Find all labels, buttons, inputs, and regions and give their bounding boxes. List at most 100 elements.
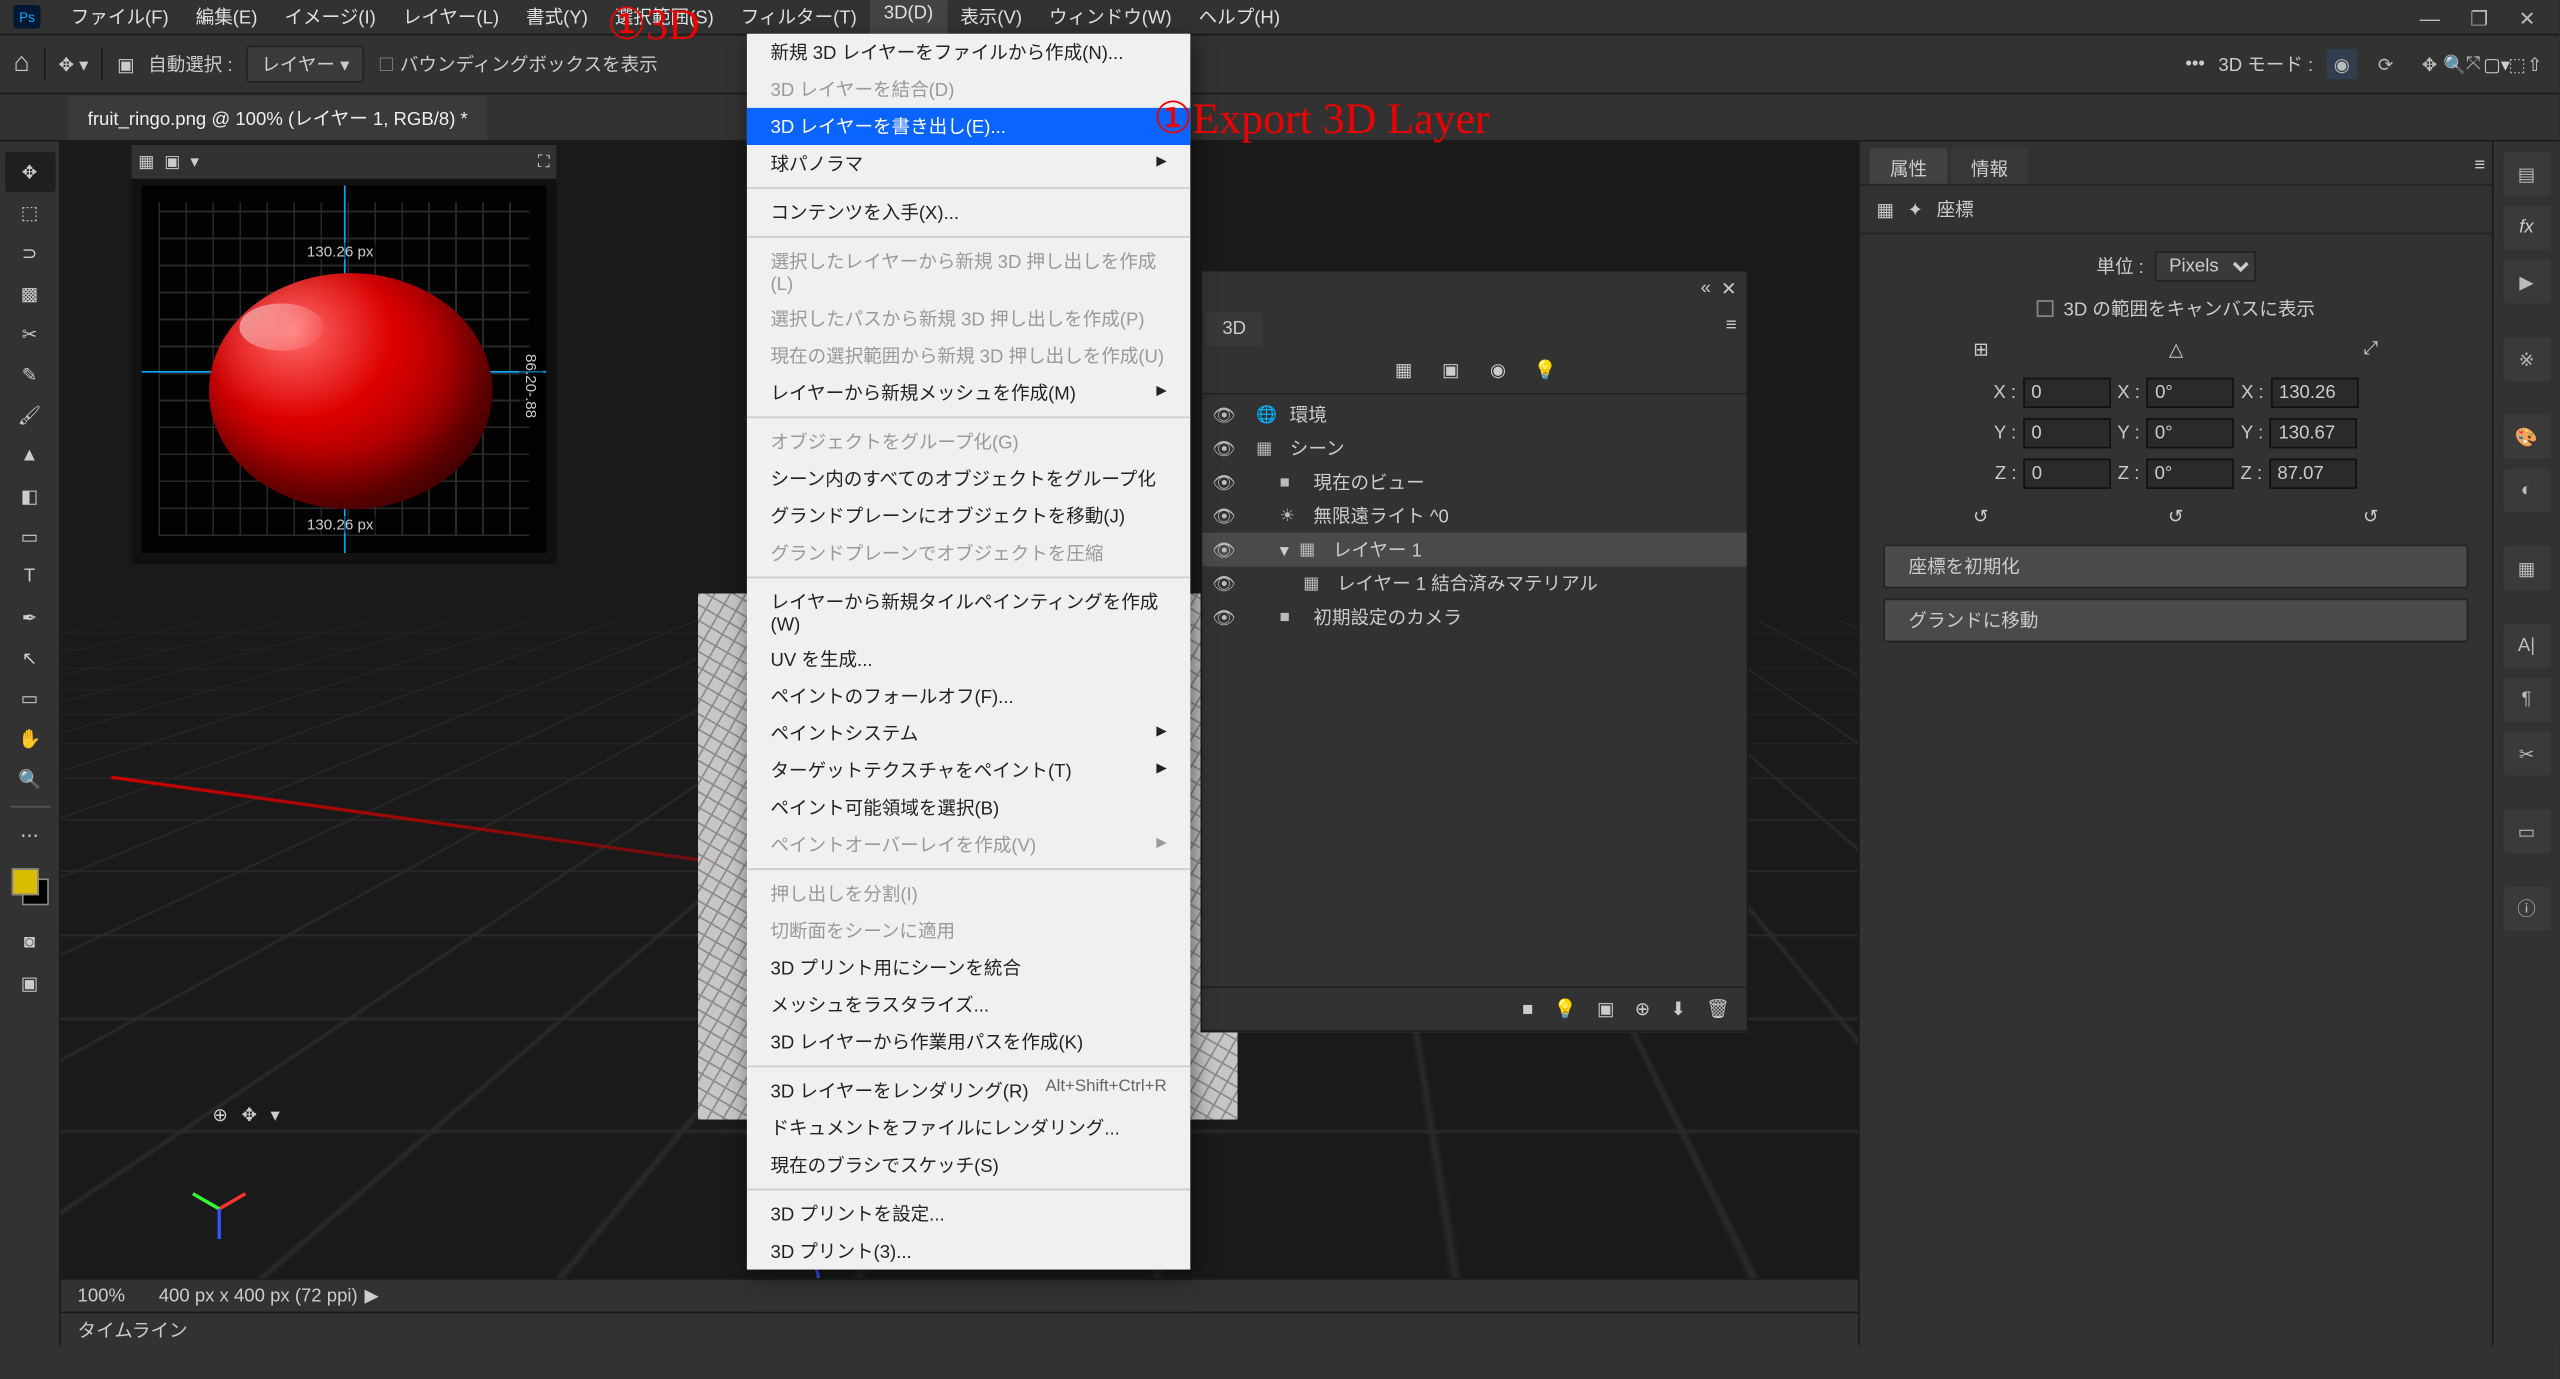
dock-play-icon[interactable]: ▶ <box>2503 260 2550 304</box>
dock-fx-icon[interactable]: fx <box>2503 206 2550 250</box>
btm-render-icon[interactable]: ⬇ <box>1671 998 1687 1020</box>
fit-canvas-check[interactable] <box>2037 300 2054 317</box>
menu-3D(D)[interactable]: 3D(D) <box>870 0 946 35</box>
filter-material-icon[interactable]: ◉ <box>1485 356 1512 383</box>
dock-para-icon[interactable]: ¶ <box>2503 678 2550 722</box>
filter-light-icon[interactable]: 💡 <box>1532 356 1559 383</box>
menu-item[interactable]: UV を生成... <box>747 641 1190 678</box>
zoom-tool[interactable]: 🔍 <box>4 759 55 799</box>
quickmask-icon[interactable]: ◙ <box>4 922 55 962</box>
menu-item[interactable]: ペイントシステム <box>747 715 1190 752</box>
btm-cam-icon[interactable]: ■ <box>1522 999 1533 1019</box>
menu-イメージ(I)[interactable]: イメージ(I) <box>271 0 389 35</box>
tree-row[interactable]: 👁■現在のビュー <box>1202 465 1747 499</box>
color-swatch[interactable] <box>11 868 48 905</box>
shape-tool[interactable]: ▭ <box>4 678 55 718</box>
marquee-tool[interactable]: ⬚ <box>4 192 55 232</box>
menu-item[interactable]: 3D プリントを設定... <box>747 1195 1190 1232</box>
tree-row[interactable]: 👁▦レイヤー 1 結合済みマテリアル <box>1202 566 1747 600</box>
dock-history-icon[interactable]: ▤ <box>2503 152 2550 196</box>
tab-info[interactable]: 情報 <box>1951 148 2029 183</box>
menu-item[interactable]: 新規 3D レイヤーをファイルから作成(N)... <box>747 34 1190 71</box>
btm-trash-icon[interactable]: 🗑 <box>1706 998 1730 1020</box>
mesh-icon[interactable]: ▦ <box>1877 198 1895 220</box>
panel-menu-icon[interactable]: ≡ <box>2468 148 2492 183</box>
unit-select[interactable]: Pixels <box>2154 251 2255 281</box>
orbit-nav-icon[interactable]: ⊕ <box>212 1104 228 1126</box>
menu-item[interactable]: 3D レイヤーをレンダリング(R)Alt+Shift+Ctrl+R <box>747 1072 1190 1109</box>
zoom-level[interactable]: 100% <box>78 1286 125 1306</box>
close-icon[interactable]: ✕ <box>2519 7 2536 31</box>
reset-pos-icon[interactable]: ↺ <box>1973 506 1989 528</box>
crop-tool[interactable]: ✂ <box>4 314 55 354</box>
bbox-check[interactable]: ☐ バウンディングボックスを表示 <box>378 51 658 78</box>
menu-item[interactable]: 3D プリント(3)... <box>747 1232 1190 1269</box>
dock-layers-icon[interactable]: ▦ <box>2503 546 2550 590</box>
tree-row[interactable]: 👁☀無限遠ライト ^0 <box>1202 499 1747 533</box>
menu-item[interactable]: ターゲットテクスチャをペイント(T) <box>747 752 1190 789</box>
reset-scale-icon[interactable]: ↺ <box>2363 506 2379 528</box>
document-tab[interactable]: fruit_ringo.png @ 100% (レイヤー 1, RGB/8) * <box>67 96 488 140</box>
menu-item[interactable]: 3D レイヤーを書き出し(E)... <box>747 108 1190 145</box>
wand-tool[interactable]: ▩ <box>4 273 55 313</box>
menu-ヘルプ(H)[interactable]: ヘルプ(H) <box>1185 0 1293 35</box>
dolly-nav-icon[interactable]: ▾ <box>270 1104 279 1126</box>
menu-表示(V)[interactable]: 表示(V) <box>947 0 1036 35</box>
share-icon[interactable]: ⇧ <box>2527 53 2543 75</box>
eyedropper-tool[interactable]: ✎ <box>4 354 55 394</box>
vp-expand-icon[interactable]: ⛶ <box>538 153 550 172</box>
panel-collapse-icon[interactable]: « <box>1701 277 1711 299</box>
y-pos[interactable] <box>2023 418 2111 448</box>
tree-row[interactable]: 👁▦シーン <box>1202 432 1747 466</box>
menu-item[interactable]: ペイント可能領域を選択(B) <box>747 789 1190 826</box>
auto-select-check[interactable]: ▣ <box>117 53 135 75</box>
pan-icon[interactable]: ✥ <box>2414 49 2444 79</box>
menu-item[interactable]: レイヤーから新規メッシュを作成(M) <box>747 374 1190 411</box>
move-tool-icon[interactable]: ✥ ▾ <box>58 53 88 75</box>
menu-item[interactable]: ドキュメントをファイルにレンダリング... <box>747 1109 1190 1146</box>
dock-color-icon[interactable]: 🎨 <box>2503 415 2550 459</box>
menu-item[interactable]: 3D プリント用にシーンを統合 <box>747 949 1190 986</box>
menu-item[interactable]: 球パノラマ <box>747 145 1190 182</box>
panel-close-icon[interactable]: ✕ <box>1721 277 1737 299</box>
pan-nav-icon[interactable]: ✥ <box>241 1104 257 1126</box>
reset-coords-button[interactable]: 座標を初期化 <box>1883 545 2468 589</box>
move-to-ground-button[interactable]: グランドに移動 <box>1883 599 2468 643</box>
orbit-icon[interactable]: ◉ <box>2327 49 2357 79</box>
z-pos[interactable] <box>2023 459 2111 489</box>
dock-type-icon[interactable]: A| <box>2503 624 2550 668</box>
menu-item[interactable]: ペイントのフォールオフ(F)... <box>747 678 1190 715</box>
filter-mesh-icon[interactable]: ▣ <box>1437 356 1464 383</box>
hand-tool[interactable]: ✋ <box>4 718 55 758</box>
axis-gizmo[interactable] <box>182 1170 256 1244</box>
menu-編集(E)[interactable]: 編集(E) <box>182 0 271 35</box>
layer-select[interactable]: レイヤー ▾ <box>246 46 364 83</box>
vp-icon2[interactable]: ▣ <box>164 153 180 172</box>
menu-書式(Y)[interactable]: 書式(Y) <box>513 0 602 35</box>
panel-menu-icon[interactable]: ≡ <box>1716 305 1747 345</box>
overflow-icon[interactable]: ••• <box>2185 54 2204 74</box>
z-scale[interactable] <box>2269 459 2357 489</box>
menu-ウィンドウ(W)[interactable]: ウィンドウ(W) <box>1036 0 1186 35</box>
menu-フィルター(T)[interactable]: フィルター(T) <box>727 0 870 35</box>
workspace-icon[interactable]: ▢▾ <box>2483 53 2510 75</box>
x-scale[interactable] <box>2270 378 2358 408</box>
tab-properties[interactable]: 属性 <box>1870 148 1948 183</box>
rotate-icon[interactable]: ⟳ <box>2371 49 2401 79</box>
menu-item[interactable]: レイヤーから新規タイルペインティングを作成(W) <box>747 583 1190 640</box>
coord-icon[interactable]: ✦ <box>1908 198 1924 220</box>
tree-row[interactable]: 👁▾▦レイヤー 1 <box>1202 533 1747 567</box>
menu-item[interactable]: 3D レイヤーから作業用パスを作成(K) <box>747 1023 1190 1060</box>
z-rot[interactable] <box>2146 459 2234 489</box>
vp-icon[interactable]: ▦ <box>138 153 154 172</box>
menu-item[interactable]: グランドプレーンにオブジェクトを移動(J) <box>747 497 1190 534</box>
gradient-tool[interactable]: ▭ <box>4 516 55 556</box>
overflow-tools[interactable]: ⋯ <box>4 814 55 854</box>
lasso-tool[interactable]: ⊃ <box>4 233 55 273</box>
move-tool[interactable]: ✥ <box>4 152 55 192</box>
pen-tool[interactable]: ✒ <box>4 597 55 637</box>
btm-new-icon[interactable]: ⊕ <box>1635 998 1651 1020</box>
brush-tool[interactable]: 🖌 <box>4 395 55 435</box>
dock-lib-icon[interactable]: ▭ <box>2503 809 2550 853</box>
menu-item[interactable]: メッシュをラスタライズ... <box>747 986 1190 1023</box>
